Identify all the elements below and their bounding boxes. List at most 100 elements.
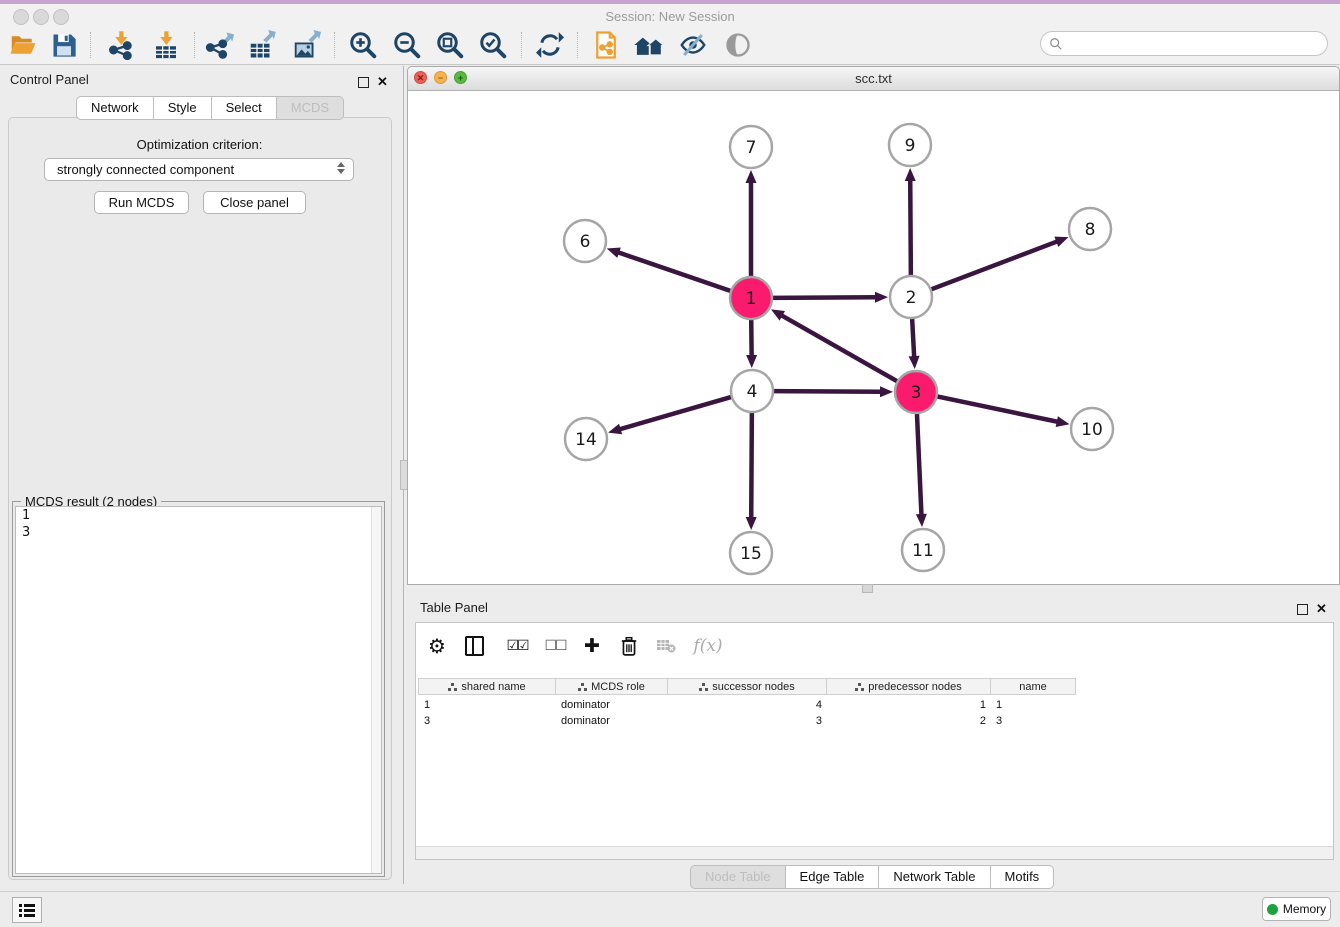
status-bar	[0, 891, 1340, 927]
deselect-all-icon: ☐☐	[544, 638, 565, 654]
float-panel-icon[interactable]	[1297, 604, 1308, 615]
graph-edge[interactable]	[910, 179, 911, 276]
show-graphics-details-button[interactable]	[720, 28, 756, 62]
optimization-criterion-label: Optimization criterion:	[0, 137, 399, 152]
add-column-button[interactable]: ✚	[577, 631, 607, 661]
home-layout-button[interactable]	[631, 28, 667, 62]
column-header-mcds-role[interactable]: MCDS role	[555, 678, 668, 695]
task-history-button[interactable]	[12, 897, 42, 923]
cell-shared-name[interactable]: 1	[418, 697, 556, 713]
tab-network-table[interactable]: Network Table	[879, 865, 990, 889]
search-input[interactable]	[1063, 36, 1307, 52]
run-mcds-button[interactable]: Run MCDS	[94, 191, 189, 214]
zoom-in-icon	[348, 30, 378, 60]
zoom-selected-button[interactable]	[475, 28, 511, 62]
window-divider-grip[interactable]	[862, 584, 873, 593]
control-panel-title: Control Panel	[10, 72, 89, 87]
delete-column-button[interactable]	[614, 631, 644, 661]
cell-mcds-role[interactable]: dominator	[555, 697, 668, 713]
graph-node-label: 10	[1081, 420, 1103, 440]
cell-predecessor-nodes[interactable]: 1	[826, 697, 991, 713]
table-horizontal-scrollbar[interactable]	[416, 846, 1333, 859]
tab-network[interactable]: Network	[76, 96, 154, 120]
graph-edge[interactable]	[937, 396, 1059, 422]
toolbar-separator	[334, 32, 335, 58]
tab-node-table[interactable]: Node Table	[690, 865, 786, 889]
gear-icon: ⚙	[428, 634, 446, 658]
save-session-button[interactable]	[46, 28, 82, 62]
task-list-icon	[19, 904, 35, 917]
graph-edge-arrowhead	[905, 168, 916, 181]
zoom-in-button[interactable]	[345, 28, 381, 62]
zoom-fit-button[interactable]	[432, 28, 468, 62]
delete-table-icon	[656, 638, 676, 654]
close-panel-icon[interactable]: ✕	[377, 74, 388, 90]
graph-edge[interactable]	[781, 315, 898, 382]
import-table-button[interactable]	[148, 28, 184, 62]
memory-button[interactable]: Memory	[1262, 897, 1331, 921]
column-header-predecessor-nodes[interactable]: predecessor nodes	[826, 678, 991, 695]
hide-graphics-details-button[interactable]	[675, 28, 711, 62]
cell-name[interactable]: 1	[990, 697, 1076, 713]
graph-edge[interactable]	[772, 297, 877, 298]
cell-successor-nodes[interactable]: 4	[667, 697, 827, 713]
column-header-successor-nodes[interactable]: successor nodes	[667, 678, 827, 695]
graph-node-label: 14	[575, 430, 597, 450]
tab-mcds[interactable]: MCDS	[277, 96, 344, 120]
toolbar-search[interactable]	[1040, 31, 1328, 56]
close-panel-icon[interactable]: ✕	[1316, 601, 1327, 617]
tab-edge-table[interactable]: Edge Table	[786, 865, 880, 889]
split-columns-button[interactable]	[459, 631, 489, 661]
graph-edge[interactable]	[917, 413, 922, 516]
table-settings-button[interactable]: ⚙	[422, 631, 452, 661]
select-all-columns-button[interactable]: ☑☑	[499, 631, 535, 661]
graph-edge[interactable]	[931, 241, 1059, 289]
tab-motifs[interactable]: Motifs	[991, 865, 1055, 889]
delete-table-button[interactable]	[651, 631, 681, 661]
graph-edge-arrowhead	[880, 386, 893, 397]
export-table-button[interactable]	[244, 28, 280, 62]
plus-icon: ✚	[584, 635, 600, 657]
open-session-button[interactable]	[5, 28, 41, 62]
cell-name[interactable]: 3	[990, 713, 1076, 729]
graph-edge[interactable]	[773, 391, 882, 392]
column-header-name[interactable]: name	[990, 678, 1076, 695]
column-type-icon	[855, 683, 864, 691]
mcds-result-textarea[interactable]: 1 3	[15, 506, 382, 874]
search-icon	[1049, 37, 1063, 51]
network-window-titlebar[interactable]: ✕ − + scc.txt	[408, 67, 1339, 91]
graph-edge[interactable]	[751, 412, 752, 519]
graph-edge[interactable]	[912, 318, 914, 358]
network-canvas[interactable]: 7968124314101511	[408, 90, 1339, 584]
close-panel-button[interactable]: Close panel	[203, 191, 306, 214]
cell-predecessor-nodes[interactable]: 2	[826, 713, 991, 729]
clone-network-button[interactable]	[588, 28, 624, 62]
control-panel-controls: ✕	[358, 74, 388, 90]
cell-successor-nodes[interactable]: 3	[667, 713, 827, 729]
cell-mcds-role[interactable]: dominator	[555, 713, 668, 729]
table-panel-tabs: Node Table Edge Table Network Table Moti…	[690, 865, 1054, 889]
graph-edge-arrowhead	[916, 514, 927, 527]
export-table-icon	[247, 30, 277, 60]
refresh-button[interactable]	[532, 28, 568, 62]
zoom-out-button[interactable]	[389, 28, 425, 62]
graph-edge[interactable]	[617, 252, 731, 291]
result-scrollbar[interactable]	[371, 507, 381, 873]
export-network-button[interactable]	[201, 28, 237, 62]
float-panel-icon[interactable]	[358, 77, 369, 88]
control-panel-tabs: Network Style Select MCDS	[76, 96, 344, 120]
criterion-dropdown[interactable]: strongly connected component	[44, 158, 354, 181]
trash-icon	[620, 636, 638, 656]
cell-shared-name[interactable]: 3	[418, 713, 556, 729]
graph-edge[interactable]	[619, 397, 732, 430]
export-image-button[interactable]	[288, 28, 324, 62]
tab-style[interactable]: Style	[154, 96, 212, 120]
table-panel-controls: ✕	[1297, 601, 1327, 617]
deselect-all-columns-button[interactable]: ☐☐	[537, 631, 573, 661]
import-network-button[interactable]	[103, 28, 139, 62]
tab-select[interactable]: Select	[212, 96, 277, 120]
apply-function-button[interactable]: f(x)	[688, 631, 728, 661]
select-all-icon: ☑☑	[506, 638, 527, 654]
column-header-shared-name[interactable]: shared name	[418, 678, 556, 695]
graph-node-label: 2	[906, 288, 917, 308]
